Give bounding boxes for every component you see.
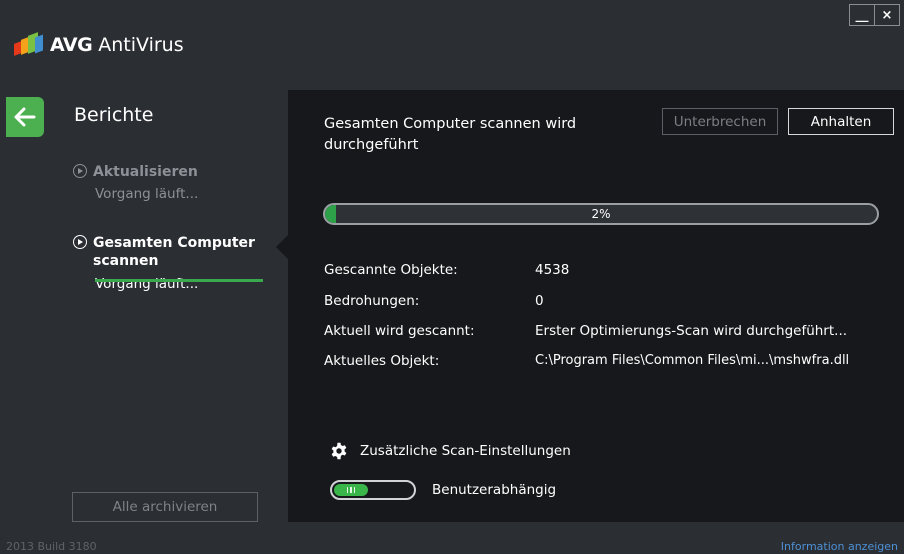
play-circle-icon	[73, 235, 87, 249]
active-indicator	[95, 279, 263, 282]
close-icon[interactable]: ×	[874, 4, 900, 26]
scan-title: Gesamten Computer scannen wird durchgefü…	[324, 116, 577, 153]
title-bar: AVG AntiVirus __ ×	[0, 0, 904, 88]
additional-scan-settings-link[interactable]: Zusätzliche Scan-Einstellungen	[330, 442, 571, 460]
back-arrow-icon	[14, 107, 36, 127]
stop-button[interactable]: Anhalten	[788, 108, 894, 135]
progress-label: 2%	[591, 207, 611, 221]
panel-pointer	[276, 235, 288, 259]
toggle-knob	[334, 484, 368, 496]
detail-value: 0	[535, 293, 544, 309]
avg-window: AVG AntiVirus __ × Berichte Aktualisiere…	[0, 0, 904, 554]
brand-name: AVG	[50, 34, 93, 56]
report-item-update[interactable]: Aktualisieren Vorgang läuft...	[73, 163, 198, 202]
detail-label: Aktuell wird gescannt:	[324, 323, 475, 339]
detail-value: 4538	[535, 262, 570, 278]
priority-label: Benutzerabhängig	[432, 482, 557, 498]
report-item-full-scan[interactable]: Gesamten Computer scannen Vorgang läuft.…	[73, 234, 263, 292]
additional-settings-label: Zusätzliche Scan-Einstellungen	[360, 443, 571, 459]
detail-label: Aktuelles Objekt:	[324, 353, 440, 369]
status-bar: 2013 Build 3180 Information anzeigen	[0, 540, 904, 554]
detail-value: Erster Optimierungs-Scan wird durchgefüh…	[535, 323, 848, 339]
app-logo: AVG AntiVirus	[14, 32, 184, 56]
show-information-link[interactable]: Information anzeigen	[781, 540, 898, 553]
detail-label: Gescannte Objekte:	[324, 262, 458, 278]
product-name: AntiVirus	[98, 34, 184, 56]
archive-all-button[interactable]: Alle archivieren	[72, 492, 258, 522]
scan-progress-bar: 2%	[323, 203, 879, 225]
scan-panel: Gesamten Computer scannen wird durchgefü…	[288, 90, 904, 522]
back-button[interactable]	[6, 97, 44, 137]
priority-toggle[interactable]	[330, 480, 416, 500]
detail-label: Bedrohungen:	[324, 293, 420, 309]
pause-button[interactable]: Unterbrechen	[662, 108, 778, 135]
avg-logo-icon	[14, 32, 44, 56]
gear-icon	[331, 442, 347, 460]
minimize-icon[interactable]: __	[849, 4, 875, 26]
detail-value: C:\Program Files\Common Files\mi...\mshw…	[535, 353, 850, 368]
report-item-label: Gesamten Computer scannen	[93, 235, 255, 269]
priority-row: Benutzerabhängig	[330, 480, 556, 500]
build-info: 2013 Build 3180	[6, 540, 97, 553]
window-controls: __ ×	[849, 4, 900, 26]
report-item-label: Aktualisieren	[93, 164, 198, 180]
play-circle-icon	[73, 164, 87, 178]
report-item-status: Vorgang läuft...	[95, 186, 199, 202]
page-title: Berichte	[74, 104, 154, 126]
